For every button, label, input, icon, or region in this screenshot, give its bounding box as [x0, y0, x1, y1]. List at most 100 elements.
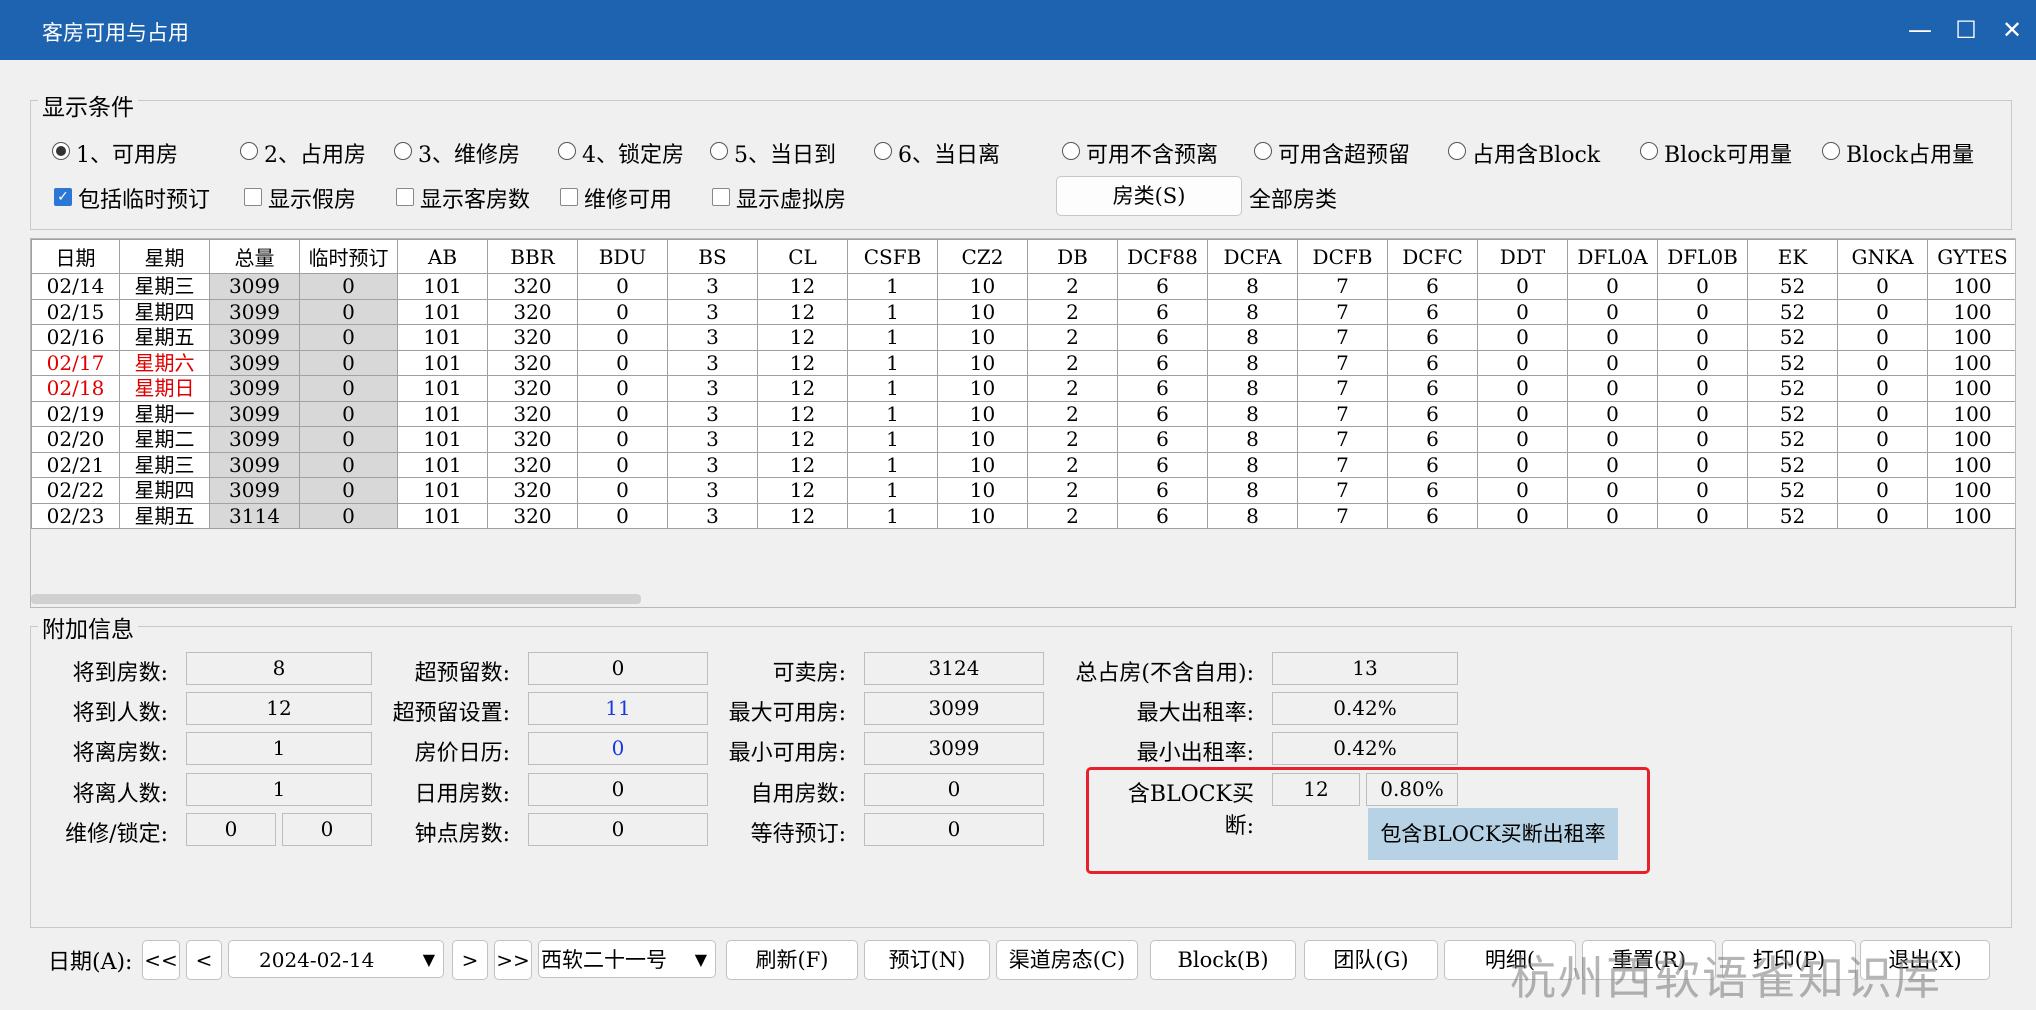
- table-cell[interactable]: 52: [1747, 273, 1838, 300]
- table-cell[interactable]: 52: [1747, 298, 1838, 325]
- table-cell[interactable]: 8: [1207, 375, 1298, 402]
- table-cell[interactable]: 0: [1477, 349, 1568, 376]
- table-cell[interactable]: 6: [1387, 426, 1478, 453]
- table-cell[interactable]: 3099: [209, 451, 300, 478]
- table-cell[interactable]: 3: [667, 324, 758, 351]
- checkbox[interactable]: [712, 188, 730, 206]
- table-cell[interactable]: 12: [757, 324, 848, 351]
- column-header[interactable]: CL: [757, 239, 848, 274]
- table-cell[interactable]: 星期五: [119, 324, 210, 351]
- table-cell[interactable]: 7: [1297, 451, 1388, 478]
- table-cell[interactable]: 0: [299, 324, 398, 351]
- table-cell[interactable]: 12: [757, 451, 848, 478]
- table-cell[interactable]: 3114: [209, 502, 300, 529]
- checkbox-label[interactable]: 显示客房数: [420, 182, 530, 214]
- table-row[interactable]: 02/18 星期日 3099 0 101 320 0 3 12 1 10 2 6 8 7 6 0 0 0 52 0 100: [31, 375, 2015, 402]
- table-cell[interactable]: 02/17: [31, 349, 120, 376]
- close-icon[interactable]: ✕: [1994, 12, 2030, 48]
- checkbox[interactable]: [396, 188, 414, 206]
- table-cell[interactable]: 3: [667, 451, 758, 478]
- table-cell[interactable]: 0: [1837, 298, 1928, 325]
- table-cell[interactable]: 0: [1837, 349, 1928, 376]
- table-cell[interactable]: 星期四: [119, 298, 210, 325]
- table-cell[interactable]: 100: [1927, 426, 2015, 453]
- table-cell[interactable]: 0: [1657, 324, 1748, 351]
- table-cell[interactable]: 100: [1927, 273, 2015, 300]
- column-header[interactable]: CSFB: [847, 239, 938, 274]
- table-cell[interactable]: 1: [847, 375, 938, 402]
- radio-label[interactable]: Block可用量: [1664, 137, 1792, 169]
- table-cell[interactable]: 02/20: [31, 426, 120, 453]
- column-header[interactable]: DCFC: [1387, 239, 1478, 274]
- table-cell[interactable]: 8: [1207, 298, 1298, 325]
- radio-label[interactable]: 2、占用房: [264, 137, 366, 169]
- table-cell[interactable]: 3099: [209, 324, 300, 351]
- column-header[interactable]: AB: [397, 239, 488, 274]
- table-cell[interactable]: 3: [667, 400, 758, 427]
- table-cell[interactable]: 0: [1477, 298, 1568, 325]
- radio-button[interactable]: [1640, 142, 1658, 160]
- table-cell[interactable]: 1: [847, 324, 938, 351]
- column-header[interactable]: DFL0B: [1657, 239, 1748, 274]
- table-cell[interactable]: 02/19: [31, 400, 120, 427]
- radio-label[interactable]: 1、可用房: [76, 137, 178, 169]
- table-cell[interactable]: 10: [937, 273, 1028, 300]
- table-cell[interactable]: 0: [1477, 502, 1568, 529]
- table-cell[interactable]: 101: [397, 349, 488, 376]
- table-row[interactable]: 02/17 星期六 3099 0 101 320 0 3 12 1 10 2 6 8 7 6 0 0 0 52 0 100: [31, 349, 2015, 376]
- table-cell[interactable]: 8: [1207, 451, 1298, 478]
- last-page-button[interactable]: >>: [494, 940, 532, 980]
- table-row[interactable]: 02/20 星期二 3099 0 101 320 0 3 12 1 10 2 6 8 7 6 0 0 0 52 0 100: [31, 426, 2015, 453]
- table-cell[interactable]: 0: [577, 426, 668, 453]
- table-cell[interactable]: 52: [1747, 477, 1838, 504]
- table-cell[interactable]: 6: [1117, 502, 1208, 529]
- checkbox[interactable]: [560, 188, 578, 206]
- table-cell[interactable]: 2: [1027, 502, 1118, 529]
- table-cell[interactable]: 0: [1657, 502, 1748, 529]
- table-cell[interactable]: 12: [757, 273, 848, 300]
- checkbox-label[interactable]: 维修可用: [584, 182, 672, 214]
- table-cell[interactable]: 6: [1387, 273, 1478, 300]
- column-header[interactable]: DB: [1027, 239, 1118, 274]
- table-cell[interactable]: 6: [1387, 349, 1478, 376]
- table-cell[interactable]: 1: [847, 349, 938, 376]
- table-cell[interactable]: 0: [1657, 477, 1748, 504]
- table-cell[interactable]: 12: [757, 349, 848, 376]
- table-cell[interactable]: 0: [1657, 273, 1748, 300]
- table-cell[interactable]: 0: [1837, 451, 1928, 478]
- table-cell[interactable]: 0: [299, 273, 398, 300]
- table-cell[interactable]: 02/22: [31, 477, 120, 504]
- table-cell[interactable]: 7: [1297, 426, 1388, 453]
- table-cell[interactable]: 7: [1297, 375, 1388, 402]
- table-cell[interactable]: 星期三: [119, 451, 210, 478]
- table-cell[interactable]: 320: [487, 400, 578, 427]
- table-cell[interactable]: 320: [487, 451, 578, 478]
- table-cell[interactable]: 0: [1837, 502, 1928, 529]
- table-cell[interactable]: 0: [1477, 273, 1568, 300]
- radio-button[interactable]: [1448, 142, 1466, 160]
- radio-label[interactable]: 占用含Block: [1472, 137, 1600, 169]
- table-cell[interactable]: 8: [1207, 349, 1298, 376]
- table-cell[interactable]: 0: [1567, 502, 1658, 529]
- radio-label[interactable]: Block占用量: [1846, 137, 1974, 169]
- radio-button[interactable]: [1254, 142, 1272, 160]
- column-header[interactable]: BDU: [577, 239, 668, 274]
- table-cell[interactable]: 6: [1117, 324, 1208, 351]
- column-header[interactable]: 临时预订: [299, 239, 398, 274]
- table-cell[interactable]: 6: [1117, 451, 1208, 478]
- table-cell[interactable]: 02/21: [31, 451, 120, 478]
- radio-button[interactable]: [558, 142, 576, 160]
- table-cell[interactable]: 320: [487, 273, 578, 300]
- column-header[interactable]: DDT: [1477, 239, 1568, 274]
- table-cell[interactable]: 52: [1747, 349, 1838, 376]
- table-cell[interactable]: 8: [1207, 502, 1298, 529]
- radio-label[interactable]: 可用含超预留: [1278, 137, 1410, 169]
- radio-label[interactable]: 3、维修房: [418, 137, 520, 169]
- table-cell[interactable]: 320: [487, 324, 578, 351]
- radio-button[interactable]: [1822, 142, 1840, 160]
- table-row[interactable]: 02/15 星期四 3099 0 101 320 0 3 12 1 10 2 6 8 7 6 0 0 0 52 0 100: [31, 298, 2015, 325]
- radio-button[interactable]: [1062, 142, 1080, 160]
- column-header[interactable]: GYTES: [1927, 239, 2015, 274]
- table-cell[interactable]: 2: [1027, 400, 1118, 427]
- table-cell[interactable]: 02/23: [31, 502, 120, 529]
